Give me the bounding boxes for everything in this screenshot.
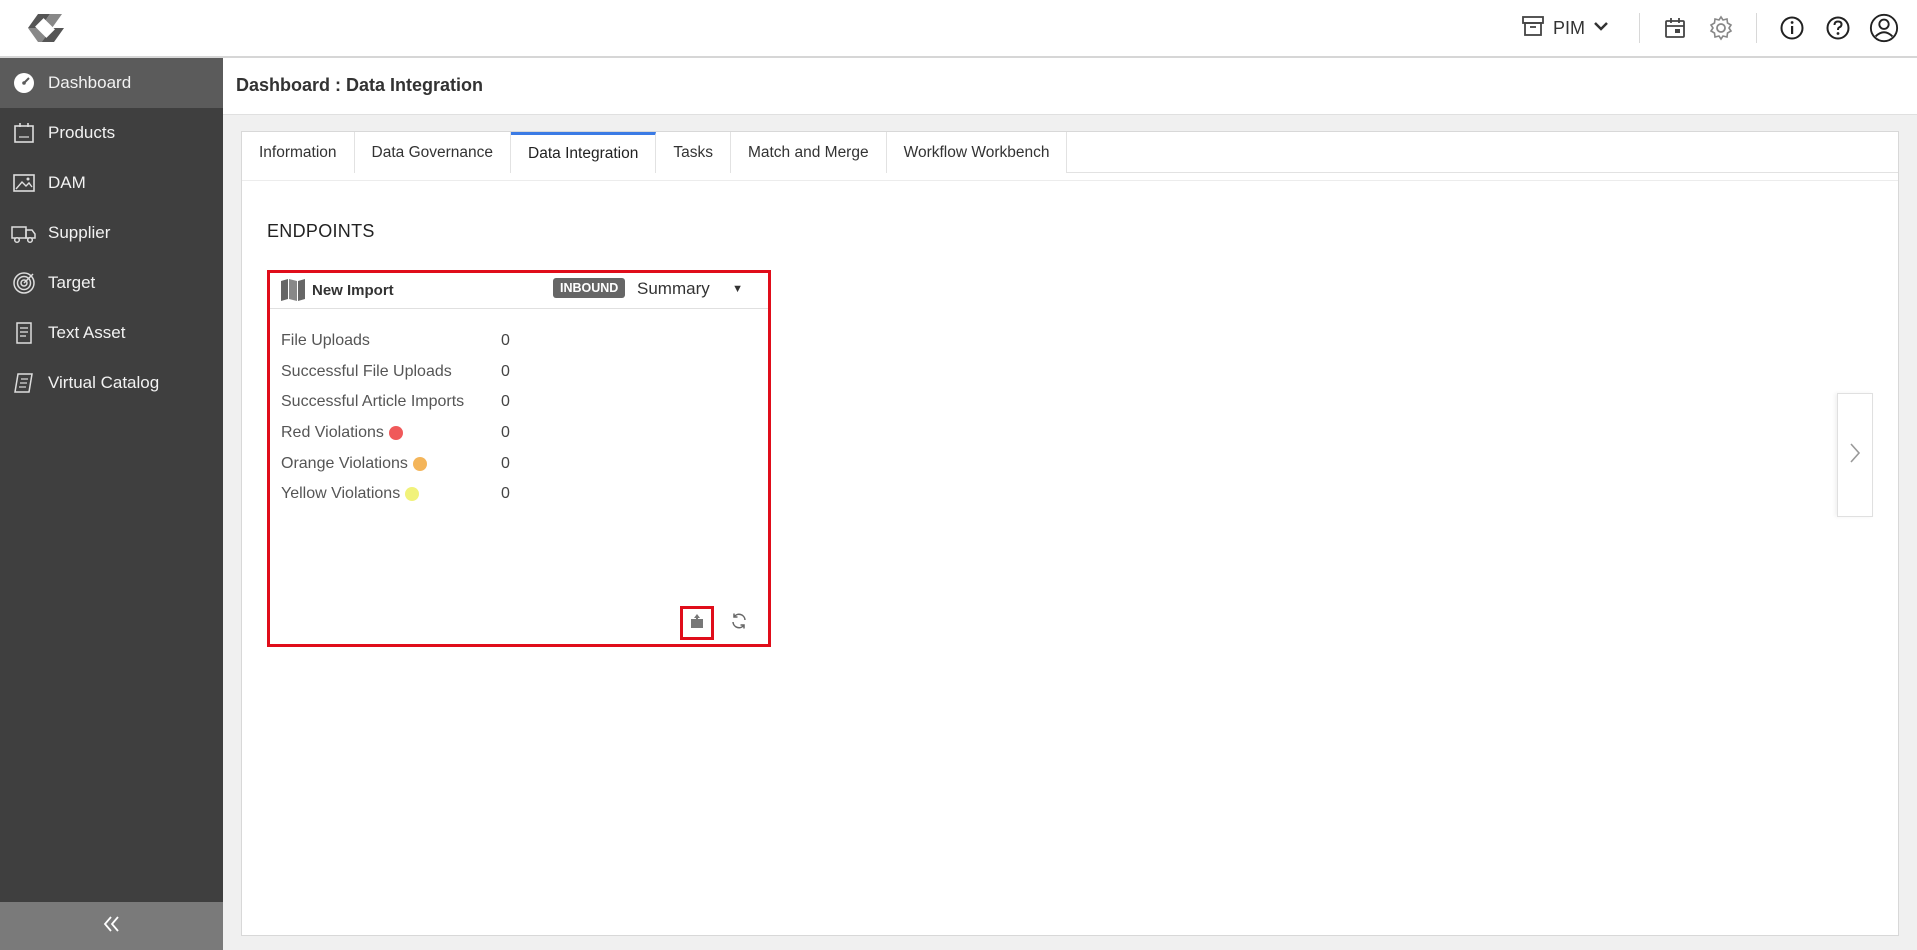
calendar-icon[interactable] xyxy=(1660,13,1690,43)
upload-button[interactable] xyxy=(680,606,714,640)
caret-down-icon: ▼ xyxy=(732,283,743,295)
sidebar-item-text-asset[interactable]: Text Asset xyxy=(0,308,223,358)
endpoint-card-header: New Import INBOUND Summary ▼ xyxy=(270,273,768,309)
sidebar-item-label: DAM xyxy=(48,173,86,192)
sidebar-item-label: Supplier xyxy=(48,223,111,242)
stat-label: Red Violations xyxy=(281,424,384,442)
view-select-value: Summary xyxy=(637,279,710,298)
top-right-controls: PIM xyxy=(1521,0,1917,56)
page-header: Dashboard : Data Integration xyxy=(223,58,1917,115)
yellow-violation-dot xyxy=(405,487,420,502)
section-title: ENDPOINTS xyxy=(267,221,375,241)
tab-bar: Information Data Governance Data Integra… xyxy=(242,132,1898,173)
stat-label: Orange Violations xyxy=(281,454,408,472)
sidebar-item-label: Text Asset xyxy=(48,323,126,342)
stat-row: Successful Article Imports 0 xyxy=(281,387,510,418)
sidebar-item-target[interactable]: Target xyxy=(0,258,223,308)
stat-value: 0 xyxy=(501,454,510,472)
app-select[interactable]: PIM xyxy=(1521,15,1609,42)
divider xyxy=(1756,13,1757,43)
divider xyxy=(242,180,1898,181)
orange-violation-dot xyxy=(412,456,427,471)
stat-value: 0 xyxy=(501,393,510,411)
stat-label-with-dot: Orange Violations xyxy=(281,455,501,473)
logo-icon[interactable] xyxy=(20,8,70,48)
sidebar-item-dam[interactable]: DAM xyxy=(0,158,223,208)
stat-value: 0 xyxy=(501,332,510,350)
chevron-right-icon xyxy=(1849,442,1861,469)
endpoint-name: New Import xyxy=(312,282,394,299)
endpoint-card: New Import INBOUND Summary ▼ File Upload… xyxy=(267,270,771,647)
divider xyxy=(1639,13,1640,43)
top-bar: PIM xyxy=(0,0,1917,58)
map-icon xyxy=(280,278,306,302)
image-icon xyxy=(10,169,38,197)
refresh-button[interactable] xyxy=(722,606,756,640)
stat-label: Successful Article Imports xyxy=(281,393,465,411)
gear-icon[interactable] xyxy=(1706,13,1736,43)
sidebar-collapse-button[interactable] xyxy=(0,902,223,950)
stat-row: Successful File Uploads 0 xyxy=(281,357,510,388)
endpoint-type-badge: INBOUND xyxy=(553,278,626,298)
sidebar-item-label: Target xyxy=(48,273,96,292)
document-icon xyxy=(10,319,38,347)
products-icon xyxy=(10,119,38,147)
tab-information[interactable]: Information xyxy=(242,132,355,173)
stat-row: Yellow Violations 0 xyxy=(281,479,510,510)
stat-label: Yellow Violations xyxy=(281,485,401,503)
user-icon[interactable] xyxy=(1869,13,1899,43)
double-chevron-left-icon xyxy=(102,915,122,938)
sidebar-item-virtual-catalog[interactable]: Virtual Catalog xyxy=(0,358,223,408)
sidebar-item-label: Virtual Catalog xyxy=(48,373,160,392)
archive-icon xyxy=(1521,15,1545,42)
stat-label: Successful File Uploads xyxy=(281,362,452,380)
stat-label-with-dot: Yellow Violations xyxy=(281,485,501,503)
view-select[interactable]: Summary ▼ xyxy=(637,279,755,299)
upload-icon xyxy=(689,613,705,634)
page-title: Dashboard : Data Integration xyxy=(236,75,484,95)
catalog-icon xyxy=(10,369,38,397)
tab-data-integration[interactable]: Data Integration xyxy=(511,132,657,173)
stat-row: Red Violations 0 xyxy=(281,418,510,449)
dashboard-icon xyxy=(10,69,38,97)
sidebar-item-supplier[interactable]: Supplier xyxy=(0,208,223,258)
info-icon[interactable] xyxy=(1777,13,1807,43)
refresh-icon xyxy=(730,612,748,635)
main-panel: Information Data Governance Data Integra… xyxy=(241,131,1899,936)
help-icon[interactable] xyxy=(1823,13,1853,43)
sidebar-item-label: Products xyxy=(48,123,116,142)
chevron-down-icon xyxy=(1593,19,1609,37)
stat-value: 0 xyxy=(501,362,510,380)
tab-match-and-merge[interactable]: Match and Merge xyxy=(730,132,887,173)
next-page-button[interactable] xyxy=(1837,393,1873,517)
endpoint-stats: File Uploads 0 Successful File Uploads 0… xyxy=(281,326,510,510)
stat-row: File Uploads 0 xyxy=(281,326,510,357)
stat-label: File Uploads xyxy=(281,332,370,350)
target-icon xyxy=(10,269,38,297)
sidebar: Dashboard Products DAM Supplier Target T… xyxy=(0,58,223,950)
app-select-label: PIM xyxy=(1552,17,1585,38)
sidebar-item-dashboard[interactable]: Dashboard xyxy=(0,58,223,108)
stat-row: Orange Violations 0 xyxy=(281,448,510,479)
sidebar-item-products[interactable]: Products xyxy=(0,108,223,158)
stat-value: 0 xyxy=(501,424,510,442)
stat-value: 0 xyxy=(501,485,510,503)
sidebar-item-label: Dashboard xyxy=(48,73,132,92)
truck-icon xyxy=(10,219,38,247)
tab-data-governance[interactable]: Data Governance xyxy=(354,132,512,173)
tab-workflow-workbench[interactable]: Workflow Workbench xyxy=(886,132,1068,173)
endpoint-card-actions xyxy=(680,606,756,640)
tab-tasks[interactable]: Tasks xyxy=(656,132,731,173)
stat-label-with-dot: Red Violations xyxy=(281,424,501,442)
red-violation-dot xyxy=(388,426,403,441)
